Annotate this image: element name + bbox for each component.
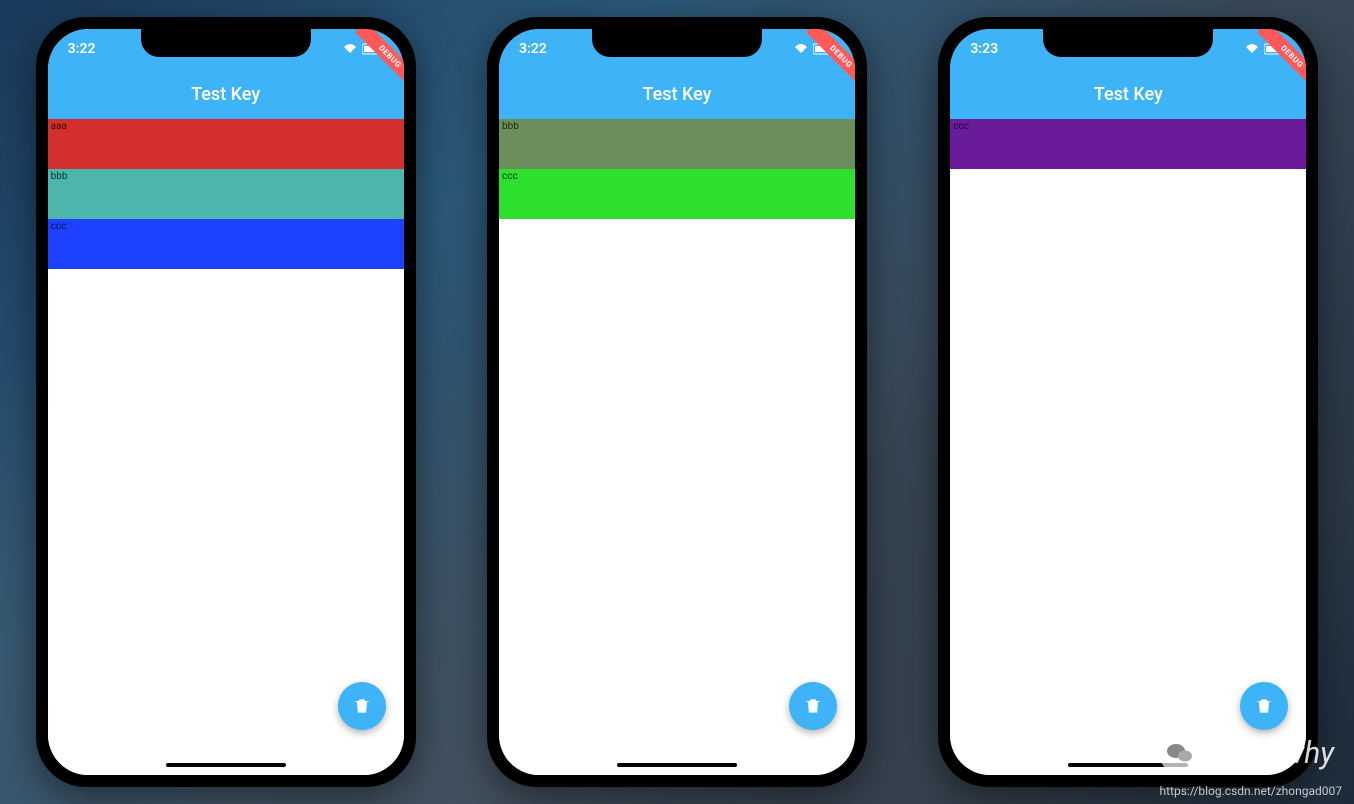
- row-label: aaa: [51, 121, 67, 132]
- delete-fab[interactable]: [789, 682, 837, 730]
- wifi-icon: [1244, 43, 1260, 55]
- app-title: Test Key: [1094, 84, 1163, 105]
- list-item[interactable]: ccc: [499, 169, 855, 219]
- content-area: aaa bbb ccc: [48, 119, 404, 775]
- wifi-icon: [793, 43, 809, 55]
- list-item[interactable]: ccc: [48, 219, 404, 269]
- status-time: 3:23: [970, 41, 998, 57]
- notch: [1043, 29, 1213, 57]
- row-label: bbb: [51, 171, 68, 182]
- watermark-text: coderwhy: [1209, 736, 1334, 771]
- content-area: ccc: [950, 119, 1306, 775]
- list-item[interactable]: ccc: [950, 119, 1306, 169]
- phone-screen-1: DEBUG 3:22 Test Key aaa bbb ccc: [48, 29, 404, 775]
- notch: [141, 29, 311, 57]
- trash-icon: [352, 696, 372, 716]
- row-label: ccc: [502, 171, 518, 182]
- phone-frame-1: DEBUG 3:22 Test Key aaa bbb ccc: [36, 17, 416, 787]
- row-label: ccc: [953, 121, 969, 132]
- home-indicator[interactable]: [166, 763, 286, 767]
- home-indicator[interactable]: [617, 763, 737, 767]
- phone-screen-2: DEBUG 3:22 Test Key bbb ccc: [499, 29, 855, 775]
- phone-frame-2: DEBUG 3:22 Test Key bbb ccc: [487, 17, 867, 787]
- app-bar: Test Key: [48, 69, 404, 119]
- status-time: 3:22: [68, 41, 96, 57]
- list-item[interactable]: bbb: [499, 119, 855, 169]
- app-bar: Test Key: [950, 69, 1306, 119]
- phone-screen-3: DEBUG 3:23 Test Key ccc: [950, 29, 1306, 775]
- list-item[interactable]: aaa: [48, 119, 404, 169]
- trash-icon: [1254, 696, 1274, 716]
- list-item[interactable]: bbb: [48, 169, 404, 219]
- source-url: https://blog.csdn.net/zhongad007: [1160, 784, 1343, 798]
- delete-fab[interactable]: [1240, 682, 1288, 730]
- trash-icon: [803, 696, 823, 716]
- app-title: Test Key: [642, 84, 711, 105]
- app-bar: Test Key: [499, 69, 855, 119]
- notch: [592, 29, 762, 57]
- delete-fab[interactable]: [338, 682, 386, 730]
- row-label: ccc: [51, 221, 67, 232]
- phone-frame-3: DEBUG 3:23 Test Key ccc: [938, 17, 1318, 787]
- app-title: Test Key: [191, 84, 260, 105]
- wechat-icon: [1159, 732, 1201, 774]
- content-area: bbb ccc: [499, 119, 855, 775]
- status-time: 3:22: [519, 41, 547, 57]
- watermark: coderwhy: [1159, 732, 1334, 774]
- row-label: bbb: [502, 121, 519, 132]
- wifi-icon: [342, 43, 358, 55]
